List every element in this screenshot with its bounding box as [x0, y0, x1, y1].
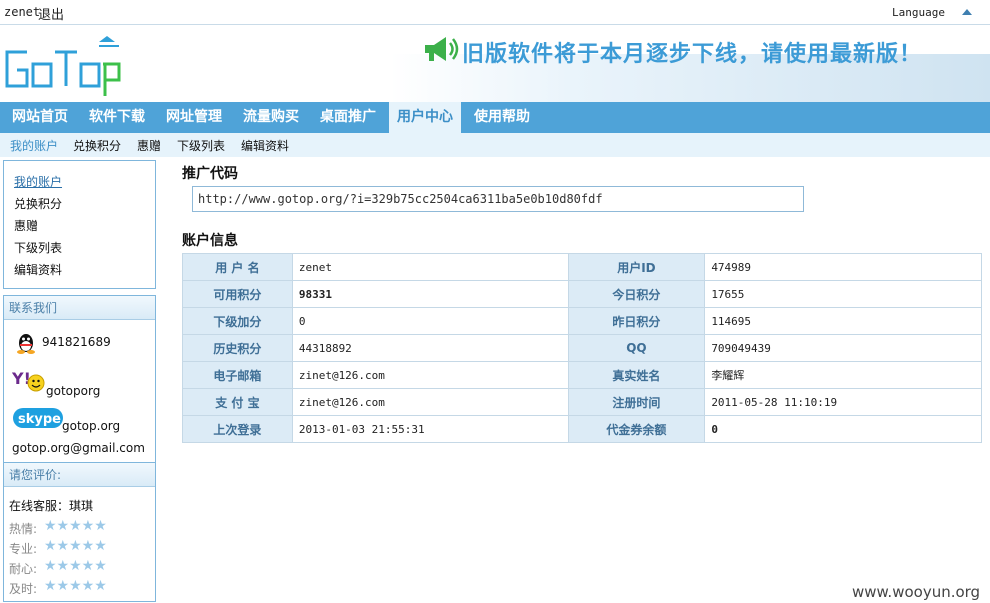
field-label: QQ	[567, 334, 706, 362]
nav-desktop-promo[interactable]: 桌面推广	[312, 102, 384, 133]
watermark: www.wooyun.org	[852, 583, 981, 601]
field-value: zenet	[291, 253, 569, 281]
field-value: zinet@126.com	[291, 361, 569, 389]
field-value: 709049439	[704, 334, 982, 362]
star-rating-professional[interactable]: ★★★★★	[44, 538, 107, 554]
promo-code-title: 推广代码	[182, 166, 238, 182]
star-rating-enthusiasm[interactable]: ★★★★★	[44, 518, 107, 534]
star-rating-patience[interactable]: ★★★★★	[44, 558, 107, 574]
field-value: 0	[291, 307, 569, 335]
field-label: 电子邮箱	[182, 361, 293, 389]
megaphone-icon	[425, 37, 459, 61]
sidebar-item-exchange-points[interactable]: 兑换积分	[14, 195, 62, 212]
sub-nav: 我的账户 兑换积分 惠赠 下级列表 编辑资料	[0, 133, 990, 157]
table-row: 历史积分 44318892 QQ 709049439	[182, 334, 982, 362]
rate-label-professional: 专业:	[9, 542, 38, 556]
sidebar-item-edit-profile[interactable]: 编辑资料	[14, 261, 62, 278]
account-info-table: 用 户 名 zenet 用户ID 474989 可用积分 98331 今日积分 17655 下级…	[182, 253, 982, 443]
rate-label-enthusiasm: 热情:	[9, 522, 38, 536]
svg-text:skype: skype	[18, 412, 61, 427]
field-label: 真实姓名	[567, 361, 706, 389]
rating-title: 请您评价:	[4, 463, 155, 487]
table-row: 电子邮箱 zinet@126.com 真实姓名 李耀辉	[182, 361, 982, 389]
caret-up-icon[interactable]	[962, 9, 972, 15]
field-label: 今日积分	[567, 280, 706, 308]
rate-label-timely: 及时:	[9, 582, 38, 596]
field-label: 可用积分	[182, 280, 293, 308]
field-label: 历史积分	[182, 334, 293, 362]
contact-title: 联系我们	[4, 296, 155, 320]
field-value: 98331	[291, 280, 569, 308]
subnav-sub-list[interactable]: 下级列表	[177, 137, 225, 154]
field-label: 上次登录	[182, 415, 293, 443]
nav-help[interactable]: 使用帮助	[466, 102, 538, 133]
table-row: 上次登录 2013-01-03 21:55:31 代金券余额 0	[182, 415, 982, 443]
sidebar-item-gift[interactable]: 惠赠	[14, 217, 38, 234]
field-label: 昨日积分	[567, 307, 706, 335]
subnav-gift[interactable]: 惠赠	[137, 137, 161, 154]
table-row: 用 户 名 zenet 用户ID 474989	[182, 253, 982, 281]
gotop-logo[interactable]	[3, 34, 123, 98]
subnav-my-account[interactable]: 我的账户	[10, 137, 58, 154]
field-label: 代金券余额	[567, 415, 706, 443]
yahoo-messenger-icon[interactable]: Y!	[12, 368, 46, 392]
field-value: 114695	[704, 307, 982, 335]
table-row: 下级加分 0 昨日积分 114695	[182, 307, 982, 335]
field-value: 0	[704, 415, 982, 443]
skype-icon[interactable]: skype	[12, 406, 64, 430]
nav-download[interactable]: 软件下载	[81, 102, 153, 133]
language-selector[interactable]: Language	[892, 6, 945, 19]
field-value: 2013-01-03 21:55:31	[291, 415, 569, 443]
field-label: 下级加分	[182, 307, 293, 335]
main-nav: 网站首页 软件下载 网址管理 流量购买 桌面推广 用户中心 使用帮助	[0, 102, 990, 133]
nav-user-center[interactable]: 用户中心	[389, 102, 461, 133]
sidebar-item-sub-list[interactable]: 下级列表	[14, 239, 62, 256]
field-value: 474989	[704, 253, 982, 281]
logout-link[interactable]: 退出	[38, 4, 64, 23]
field-value: 2011-05-28 11:10:19	[704, 388, 982, 416]
subnav-exchange-points[interactable]: 兑换积分	[73, 137, 121, 154]
yahoo-id[interactable]: gotoporg	[46, 384, 100, 398]
nav-url-manage[interactable]: 网址管理	[158, 102, 230, 133]
field-value: 李耀辉	[704, 361, 982, 389]
subnav-edit-profile[interactable]: 编辑资料	[241, 137, 289, 154]
qq-number[interactable]: 941821689	[42, 335, 111, 349]
nav-traffic-buy[interactable]: 流量购买	[235, 102, 307, 133]
field-label: 用 户 名	[182, 253, 293, 281]
field-label: 用户ID	[567, 253, 706, 281]
account-info-title: 账户信息	[182, 233, 238, 249]
online-service-label: 在线客服：琪琪	[9, 499, 94, 513]
field-value: 44318892	[291, 334, 569, 362]
promo-url-field[interactable]: http://www.gotop.org/?i=329b75cc2504ca63…	[192, 186, 804, 212]
rating-panel: 请您评价: 在线客服：琪琪 热情: ★★★★★ 专业: ★★★★★ 耐心: ★★…	[3, 462, 156, 602]
table-row: 可用积分 98331 今日积分 17655	[182, 280, 982, 308]
field-label: 支 付 宝	[182, 388, 293, 416]
field-value: 17655	[704, 280, 982, 308]
qq-icon[interactable]	[16, 332, 36, 354]
top-bar: zenet 退出 Language	[0, 0, 990, 25]
table-row: 支 付 宝 zinet@126.com 注册时间 2011-05-28 11:10:1…	[182, 388, 982, 416]
field-value: zinet@126.com	[291, 388, 569, 416]
skype-id[interactable]: gotop.org	[62, 419, 120, 433]
rate-label-patience: 耐心:	[9, 562, 38, 576]
field-label: 注册时间	[567, 388, 706, 416]
star-rating-timely[interactable]: ★★★★★	[44, 578, 107, 594]
banner-text: 旧版软件将于本月逐步下线，请使用最新版！	[462, 42, 923, 67]
nav-home[interactable]: 网站首页	[4, 102, 76, 133]
sidebar-item-my-account[interactable]: 我的账户	[14, 173, 62, 190]
contact-panel: 联系我们 941821689 Y! gotoporg skype gotop.o…	[3, 295, 156, 485]
contact-email[interactable]: gotop.org@gmail.com	[12, 441, 145, 455]
sidebar-menu: 我的账户 兑换积分 惠赠 下级列表 编辑资料	[3, 160, 156, 289]
username-label: zenet	[4, 5, 41, 19]
